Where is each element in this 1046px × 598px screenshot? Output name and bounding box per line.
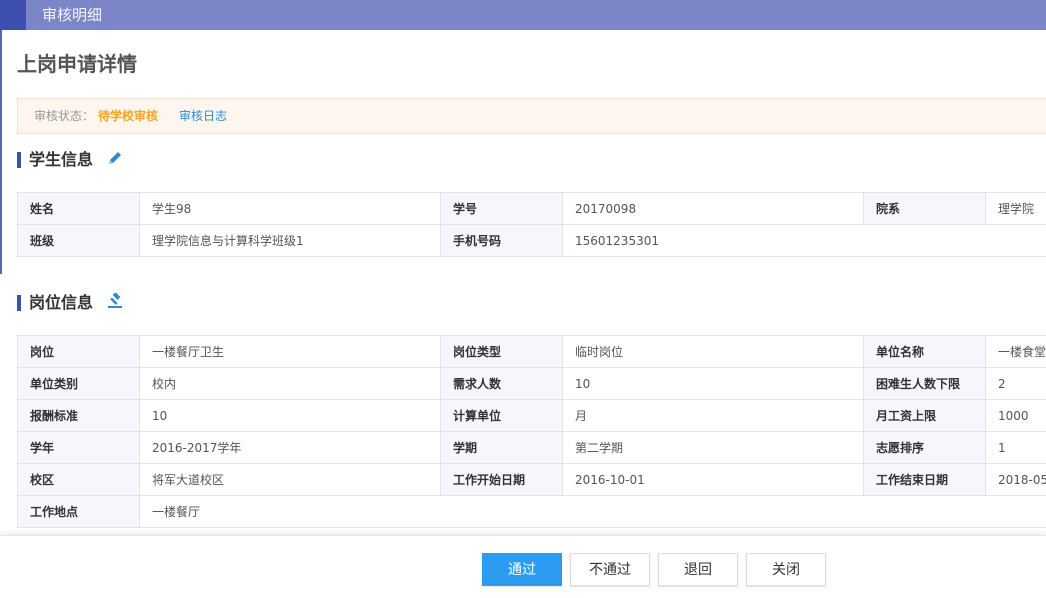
field-label: 单位名称 (864, 336, 986, 368)
field-label: 岗位类型 (441, 336, 563, 368)
field-value: 学生98 (140, 193, 441, 225)
field-value: 临时岗位 (563, 336, 864, 368)
close-button[interactable]: 关闭 (746, 553, 826, 586)
table-row: 工作地点 一楼餐厅 (18, 496, 1046, 528)
field-value: 1000 (986, 400, 1046, 432)
field-label: 校区 (18, 464, 140, 496)
field-value: 2016-10-01 (563, 464, 864, 496)
field-label: 计算单位 (441, 400, 563, 432)
page-title: 上岗申请详情 (17, 50, 137, 78)
field-label: 院系 (864, 193, 986, 225)
student-section-title: 学生信息 (17, 150, 123, 170)
field-label: 学期 (441, 432, 563, 464)
field-label: 学年 (18, 432, 140, 464)
field-label: 手机号码 (441, 225, 563, 257)
field-value: 一楼餐厅 (140, 496, 1046, 528)
field-label: 岗位 (18, 336, 140, 368)
field-value: 10 (140, 400, 441, 432)
section-marker (17, 152, 21, 168)
field-value: 一楼餐厅卫生 (140, 336, 441, 368)
table-row: 单位类别 校内 需求人数 10 困难生人数下限 2 (18, 368, 1046, 400)
reject-button[interactable]: 不通过 (570, 553, 650, 586)
audit-log-link[interactable]: 审核日志 (179, 99, 227, 133)
field-label: 志愿排序 (864, 432, 986, 464)
field-label: 需求人数 (441, 368, 563, 400)
field-value: 一楼食堂 (986, 336, 1046, 368)
table-row: 报酬标准 10 计算单位 月 月工资上限 1000 (18, 400, 1046, 432)
section-marker (17, 295, 21, 311)
field-label: 班级 (18, 225, 140, 257)
pencil-icon[interactable] (107, 150, 123, 171)
field-label: 月工资上限 (864, 400, 986, 432)
field-label: 报酬标准 (18, 400, 140, 432)
field-label: 工作开始日期 (441, 464, 563, 496)
field-value: 月 (563, 400, 864, 432)
left-edge-border (0, 30, 2, 274)
field-label: 工作结束日期 (864, 464, 986, 496)
field-value: 1 (986, 432, 1046, 464)
field-value: 20170098 (563, 193, 864, 225)
job-section-title: 岗位信息 (17, 293, 125, 313)
table-row: 学年 2016-2017学年 学期 第二学期 志愿排序 1 (18, 432, 1046, 464)
return-button[interactable]: 退回 (658, 553, 738, 586)
field-label: 单位类别 (18, 368, 140, 400)
approve-button[interactable]: 通过 (482, 553, 562, 586)
student-info-table: 姓名 学生98 学号 20170098 院系 理学院 班级 理学院信息与计算科学… (17, 192, 1046, 257)
status-label: 审核状态： (34, 99, 94, 133)
window-title: 审核明细 (42, 0, 102, 30)
field-value: 2016-2017学年 (140, 432, 441, 464)
field-value: 第二学期 (563, 432, 864, 464)
action-footer: 通过 不通过 退回 关闭 (0, 535, 1046, 598)
field-value: 2 (986, 368, 1046, 400)
title-bar: 审核明细 (0, 0, 1046, 30)
table-row: 姓名 学生98 学号 20170098 院系 理学院 (18, 193, 1046, 225)
field-label: 困难生人数下限 (864, 368, 986, 400)
job-section-label: 岗位信息 (29, 293, 93, 312)
field-label: 学号 (441, 193, 563, 225)
status-bar: 审核状态： 待学校审核 审核日志 (17, 98, 1046, 134)
gavel-icon[interactable] (107, 293, 125, 314)
table-row: 班级 理学院信息与计算科学班级1 手机号码 15601235301 (18, 225, 1046, 257)
table-row: 岗位 一楼餐厅卫生 岗位类型 临时岗位 单位名称 一楼食堂 (18, 336, 1046, 368)
status-value: 待学校审核 (98, 99, 158, 133)
field-label: 工作地点 (18, 496, 140, 528)
field-value: 理学院 (986, 193, 1046, 225)
title-bar-accent (0, 0, 26, 30)
student-section-label: 学生信息 (29, 150, 93, 169)
table-row: 校区 将军大道校区 工作开始日期 2016-10-01 工作结束日期 2018-… (18, 464, 1046, 496)
field-value: 15601235301 (563, 225, 1046, 257)
field-value: 校内 (140, 368, 441, 400)
field-value: 理学院信息与计算科学班级1 (140, 225, 441, 257)
job-info-table: 岗位 一楼餐厅卫生 岗位类型 临时岗位 单位名称 一楼食堂 单位类别 校内 需求… (17, 335, 1046, 528)
field-label: 姓名 (18, 193, 140, 225)
field-value: 2018-05- (986, 464, 1046, 496)
field-value: 10 (563, 368, 864, 400)
field-value: 将军大道校区 (140, 464, 441, 496)
